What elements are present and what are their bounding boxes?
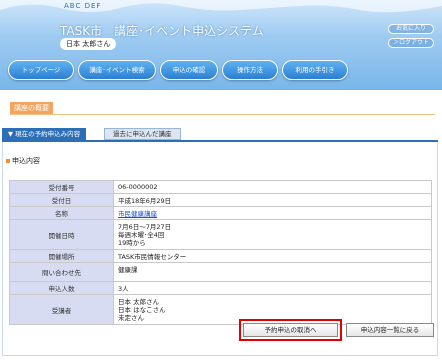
section-title: 講座の概要 bbox=[10, 102, 53, 114]
nav-course-search[interactable]: 講座･イベント検索 bbox=[78, 60, 156, 80]
row-label: 申込人数 bbox=[9, 281, 114, 295]
venue: TASK市民情報センター bbox=[113, 249, 432, 263]
table-row: 受付日 平成18年6月29日 bbox=[9, 193, 432, 207]
system-title: TASK市 講座･イベント申込システム bbox=[60, 24, 264, 38]
logout-button[interactable]: ＞ログアウト bbox=[388, 38, 434, 48]
table-row: 受講者 日本 太郎さん 日本 はなこさん 未定さん bbox=[9, 294, 432, 325]
contact: 健康課 bbox=[113, 262, 432, 282]
applicant-count: 3人 bbox=[113, 281, 432, 295]
reception-date: 平成18年6月29日 bbox=[113, 193, 432, 207]
table-row: 開催日時 7月6日～7月27日 毎週木曜･全4回 19時から bbox=[9, 219, 432, 250]
favorites-button[interactable]: お気に入り bbox=[388, 24, 434, 34]
table-row: 受付番号 06-0000002 bbox=[9, 180, 432, 194]
tab-current-applications[interactable]: ▼ 現在の予約申込み内容 bbox=[2, 128, 87, 140]
table-row: 名称 市民健康講座 bbox=[9, 206, 432, 220]
application-heading: 申込内容 bbox=[6, 156, 40, 166]
cancel-reservation-button[interactable]: 予約申込の取消へ bbox=[243, 323, 338, 337]
square-bullet-icon bbox=[6, 159, 10, 163]
row-label: 問い合わせ先 bbox=[9, 262, 114, 282]
section-divider bbox=[10, 114, 435, 115]
application-detail-table: 受付番号 06-0000002 受付日 平成18年6月29日 名称 市民健康講座… bbox=[9, 180, 432, 325]
row-label: 開催日時 bbox=[9, 219, 114, 250]
row-label: 名称 bbox=[9, 206, 114, 220]
table-row: 申込人数 3人 bbox=[9, 281, 432, 295]
event-schedule: 7月6日～7月27日 毎週木曜･全4回 19時から bbox=[113, 219, 432, 250]
row-label: 開催場所 bbox=[9, 249, 114, 263]
nav-application-check[interactable]: 申込の確認 bbox=[160, 60, 218, 80]
row-label: 受講者 bbox=[9, 294, 114, 325]
header-decoration-text: ABC DEF bbox=[64, 2, 102, 10]
header: ABC DEF TASK市 講座･イベント申込システム 日本 太郎さん お気に入… bbox=[0, 0, 442, 90]
tab-bar: ▼ 現在の予約申込み内容 過去に申込んだ講座 bbox=[0, 128, 442, 140]
main-content: 講座の概要 ▼ 現在の予約申込み内容 過去に申込んだ講座 申込内容 受付番号 0… bbox=[0, 90, 442, 360]
nav-how-to-use[interactable]: 操作方法 bbox=[222, 60, 278, 80]
row-label: 受付日 bbox=[9, 193, 114, 207]
table-row: 問い合わせ先 健康課 bbox=[9, 262, 432, 282]
row-label: 受付番号 bbox=[9, 180, 114, 194]
nav-top-page[interactable]: トップページ bbox=[8, 60, 74, 80]
reception-number: 06-0000002 bbox=[113, 180, 432, 194]
table-row: 開催場所 TASK市民情報センター bbox=[9, 249, 432, 263]
main-nav: トップページ 講座･イベント検索 申込の確認 操作方法 利用の手引き bbox=[0, 56, 442, 86]
tab-past-applications[interactable]: 過去に申込んだ講座 bbox=[104, 128, 181, 140]
user-name-badge: 日本 太郎さん bbox=[60, 38, 117, 50]
back-to-list-button[interactable]: 申込内容一覧に戻る bbox=[346, 323, 434, 337]
nav-usage-guide[interactable]: 利用の手引き bbox=[282, 60, 348, 80]
course-name-link[interactable]: 市民健康講座 bbox=[118, 210, 157, 218]
